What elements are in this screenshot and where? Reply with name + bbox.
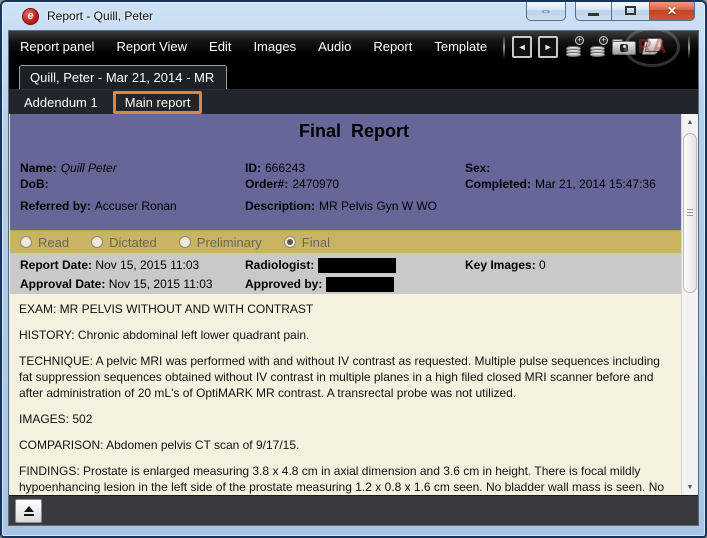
toolbar-separator	[688, 35, 690, 59]
meta-report-date: Report Date: Nov 15, 2015 11:03	[20, 256, 245, 275]
tab-main-report[interactable]: Main report	[113, 91, 203, 114]
report-book-icon[interactable]	[642, 37, 664, 57]
eject-icon	[24, 514, 34, 516]
report-subtab-bar: Addendum 1 Main report	[9, 89, 698, 114]
toolbar-separator	[503, 35, 505, 59]
next-report-icon[interactable]: ►	[538, 36, 558, 58]
menu-report-panel[interactable]: Report panel	[9, 39, 105, 54]
paragraph-history: HISTORY: Chronic abdominal left lower qu…	[19, 327, 672, 343]
toolbar: ◄ ► + +	[512, 36, 664, 58]
study-tab[interactable]: Quill, Peter - Mar 21, 2014 - MR	[19, 65, 227, 89]
field-dob: DoB:	[20, 176, 245, 192]
maximize-button[interactable]	[611, 1, 649, 21]
menu-report-view[interactable]: Report View	[105, 39, 198, 54]
tab-addendum-1[interactable]: Addendum 1	[15, 93, 107, 112]
radio-preliminary[interactable]: Preliminary	[179, 235, 262, 250]
radio-read[interactable]: Read	[20, 235, 69, 250]
radio-dictated[interactable]: Dictated	[91, 235, 157, 250]
field-referred-by: Referred by:Accuser Ronan	[20, 198, 245, 214]
menu-images[interactable]: Images	[242, 39, 307, 54]
meta-radiologist: Radiologist:	[245, 256, 465, 275]
minimize-button[interactable]	[575, 1, 611, 21]
report-status-bar: Read Dictated Preliminary Final	[10, 230, 698, 253]
radio-circle-icon[interactable]	[179, 236, 191, 248]
bottom-bar	[9, 495, 698, 525]
paragraph-findings: FINDINGS: Prostate is enlarged measuring…	[19, 463, 672, 495]
meta-key-images: Key Images: 0	[465, 256, 688, 275]
app-logo-icon: e	[22, 8, 39, 25]
report-header: Final Report Name:Quill Peter ID:666243 …	[10, 114, 698, 230]
menu-edit[interactable]: Edit	[198, 39, 242, 54]
meta-approval-date: Approval Date: Nov 15, 2015 11:03	[20, 275, 245, 294]
collapse-panel-button[interactable]	[15, 499, 42, 523]
paragraph-exam: EXAM: MR PELVIS WITHOUT AND WITH CONTRAS…	[19, 301, 672, 317]
radio-final[interactable]: Final	[284, 235, 330, 250]
field-id: ID:666243	[245, 160, 465, 176]
scroll-down-icon[interactable]: ▼	[682, 479, 698, 495]
radio-circle-selected-icon[interactable]	[284, 236, 296, 248]
report-meta-bar: Report Date: Nov 15, 2015 11:03 Radiolog…	[10, 253, 698, 294]
menu-bar: Report panel Report View Edit Images Aud…	[9, 31, 698, 62]
dictation-stack-add-icon[interactable]: +	[564, 37, 582, 57]
menu-template[interactable]: Template	[423, 39, 498, 54]
report-body-text[interactable]: EXAM: MR PELVIS WITHOUT AND WITH CONTRAS…	[10, 294, 698, 495]
eject-icon	[24, 506, 34, 512]
field-sex: Sex:	[465, 160, 688, 176]
radio-circle-icon[interactable]	[20, 236, 32, 248]
dictation-stack-add-icon-2[interactable]: +	[588, 37, 606, 57]
report-window: e Report - Quill, Peter ⇔ ✕ Report panel…	[0, 0, 707, 538]
redacted-approved-by	[326, 277, 394, 292]
resize-button[interactable]: ⇔	[526, 1, 566, 21]
field-description: Description:MR Pelvis Gyn W WO	[245, 198, 465, 214]
field-name: Name:Quill Peter	[20, 160, 245, 176]
window-title: Report - Quill, Peter	[47, 9, 153, 23]
paragraph-images: IMAGES: 502	[19, 411, 672, 427]
study-tab-bar: Quill, Peter - Mar 21, 2014 - MR	[9, 62, 698, 89]
radio-circle-icon[interactable]	[91, 236, 103, 248]
plus-badge-icon: +	[575, 36, 584, 45]
vertical-scrollbar[interactable]: ▲ ▼	[681, 114, 698, 495]
redacted-radiologist	[318, 258, 396, 273]
report-document: Final Report Name:Quill Peter ID:666243 …	[9, 114, 698, 495]
field-completed: Completed:Mar 21, 2014 15:47:36	[465, 176, 688, 192]
previous-report-icon[interactable]: ◄	[512, 36, 532, 58]
export-folder-icon[interactable]	[612, 37, 636, 57]
report-title: Final Report	[20, 121, 688, 142]
field-order-number: Order#:2470970	[245, 176, 465, 192]
close-button[interactable]: ✕	[649, 1, 695, 21]
meta-approved-by: Approved by:	[245, 275, 465, 294]
scroll-up-icon[interactable]: ▲	[682, 114, 698, 130]
paragraph-technique: TECHNIQUE: A pelvic MRI was performed wi…	[19, 353, 672, 401]
scrollbar-thumb[interactable]	[683, 133, 697, 293]
menu-audio[interactable]: Audio	[307, 39, 362, 54]
paragraph-comparison: COMPARISON: Abdomen pelvis CT scan of 9/…	[19, 437, 672, 453]
plus-badge-icon: +	[599, 36, 608, 45]
titlebar[interactable]: e Report - Quill, Peter ⇔ ✕	[8, 2, 699, 30]
menu-report[interactable]: Report	[362, 39, 423, 54]
